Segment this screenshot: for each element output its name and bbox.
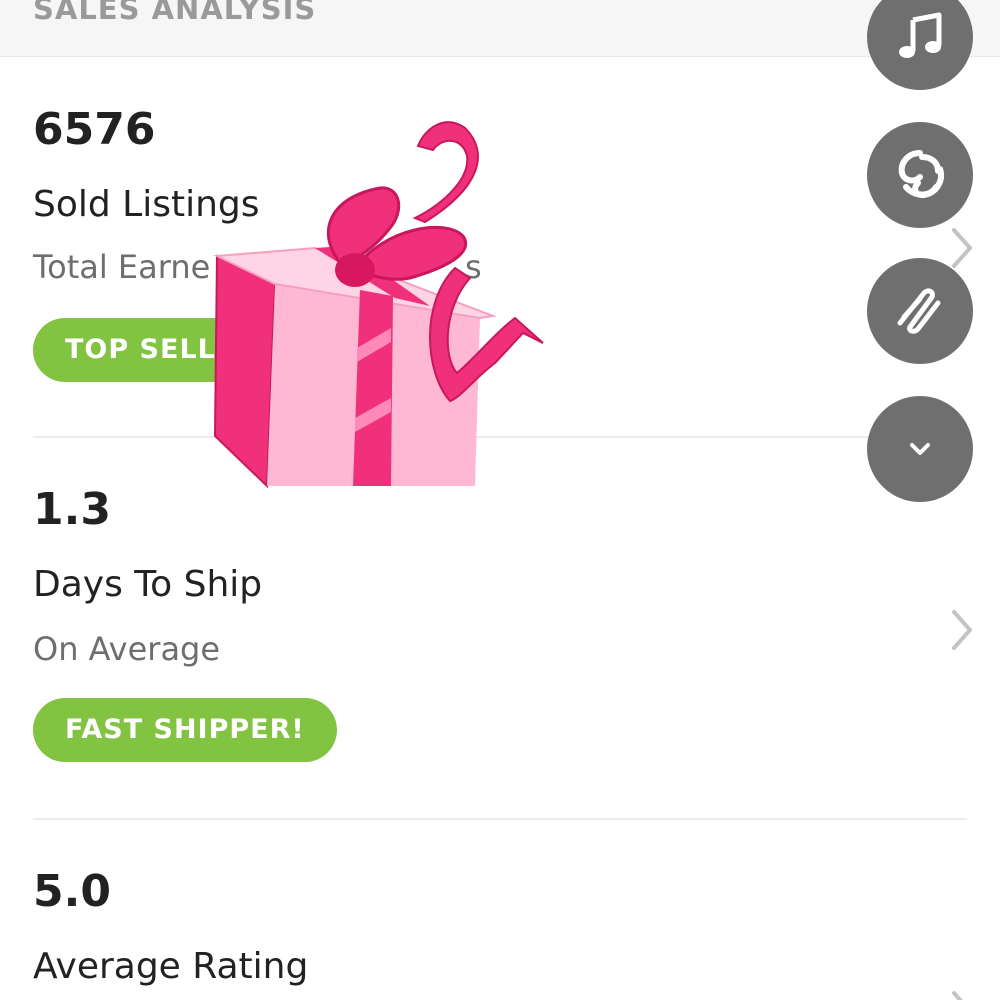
scribble-icon bbox=[897, 288, 941, 334]
stat-value: 5.0 bbox=[33, 866, 111, 917]
stat-label: Average Rating bbox=[33, 946, 309, 987]
gift-box-sticker bbox=[213, 121, 544, 489]
stat-value: 1.3 bbox=[33, 484, 111, 535]
stat-sub: On Average bbox=[33, 630, 221, 668]
spiral-button[interactable] bbox=[867, 122, 973, 228]
more-button[interactable] bbox=[867, 396, 973, 502]
chevron-right-icon[interactable] bbox=[948, 226, 976, 270]
page: SALES ANALYSIS 6576 Sold Listings Total … bbox=[0, 0, 1000, 1000]
stat-value: 6576 bbox=[33, 104, 156, 155]
stat-sub: Total Earne bbox=[33, 248, 211, 286]
scribble-button[interactable] bbox=[867, 258, 973, 364]
chevron-right-icon[interactable] bbox=[948, 989, 976, 1000]
music-note-icon bbox=[899, 12, 942, 58]
stat-label: Days To Ship bbox=[33, 564, 263, 605]
chevron-down-icon bbox=[910, 443, 930, 455]
chevron-right-icon[interactable] bbox=[948, 608, 976, 652]
fast-shipper-badge: FAST SHIPPER! bbox=[33, 698, 337, 762]
stat-days-to-ship[interactable]: 1.3 Days To Ship On Average FAST SHIPPER… bbox=[0, 437, 1000, 817]
spiral-icon bbox=[898, 150, 944, 199]
stat-average-rating[interactable]: 5.0 Average Rating bbox=[0, 819, 1000, 1000]
